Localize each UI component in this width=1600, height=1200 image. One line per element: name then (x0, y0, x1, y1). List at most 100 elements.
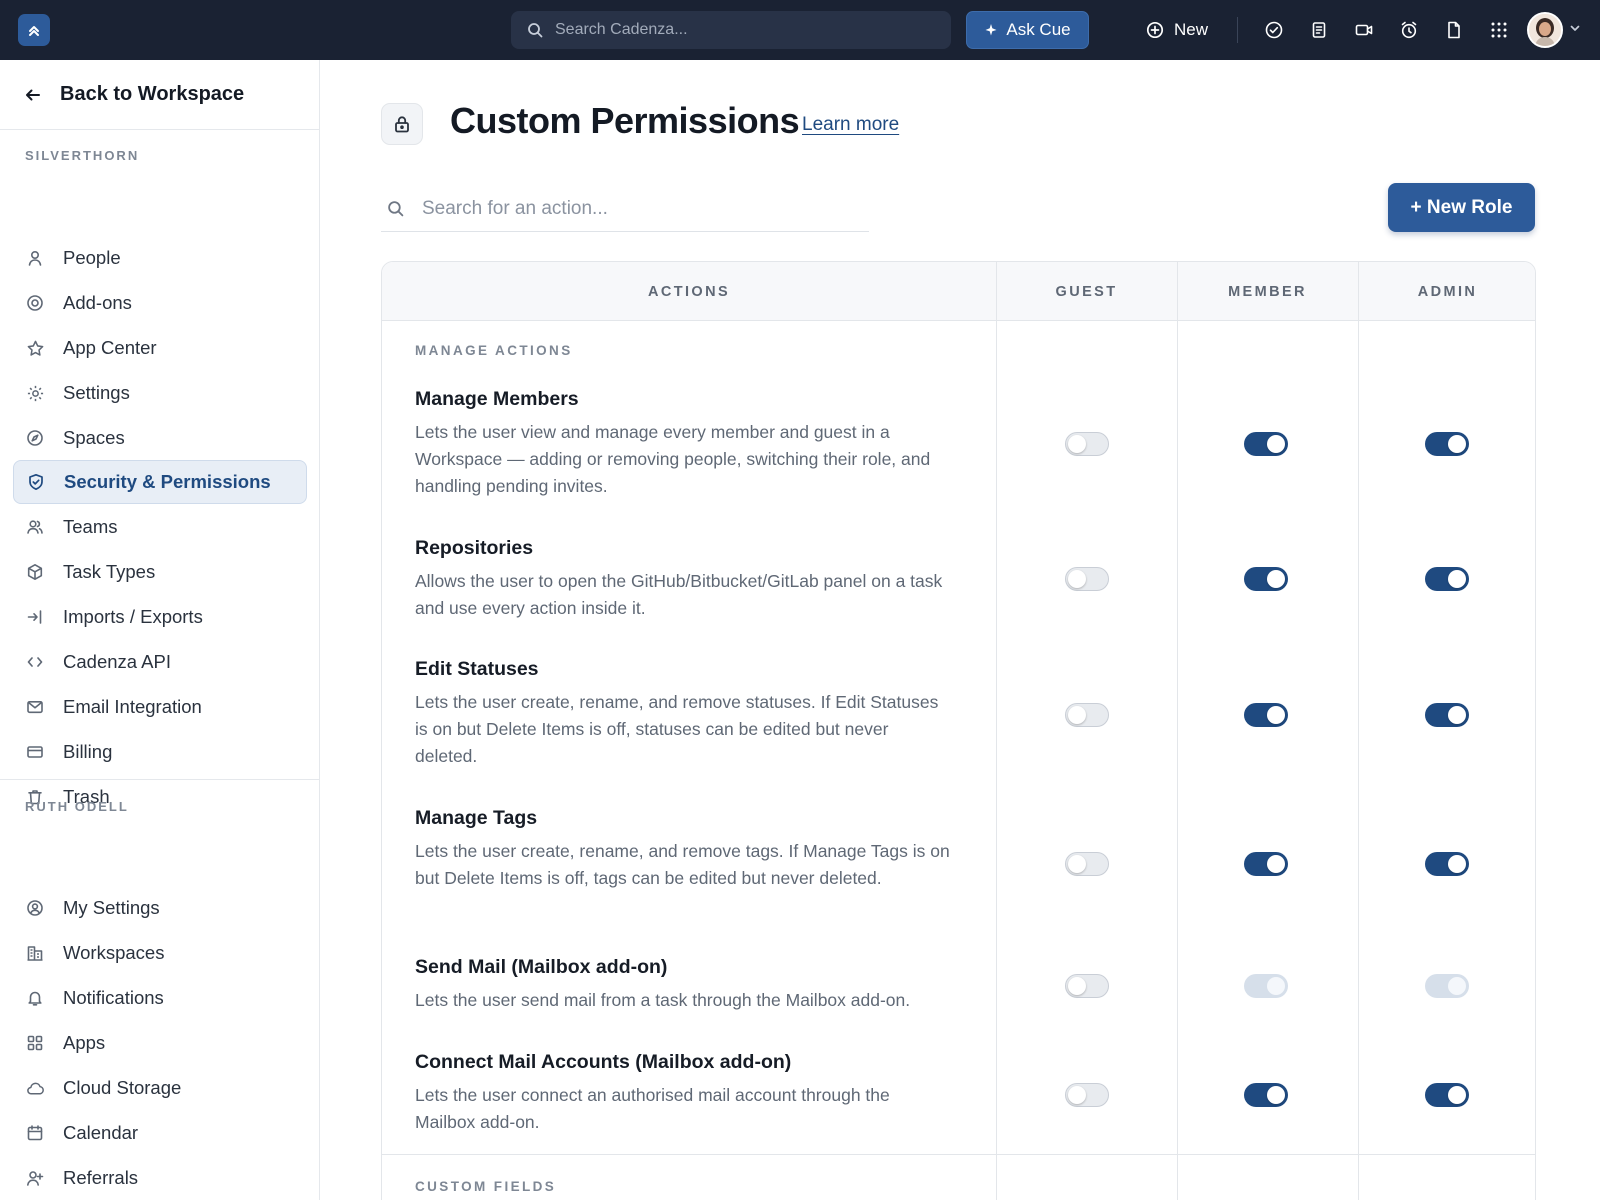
column-header-member: MEMBER (1228, 283, 1307, 300)
video-icon[interactable] (1352, 18, 1376, 42)
sidebar-item-label: Cadenza API (63, 651, 171, 672)
sidebar-item-label: Settings (63, 382, 130, 403)
toggle-knob (1068, 435, 1086, 453)
global-search[interactable] (511, 11, 951, 49)
toggle-edit-statuses-admin[interactable] (1425, 703, 1469, 727)
clipboard-icon[interactable] (1307, 18, 1331, 42)
sidebar-item-teams[interactable]: Teams (13, 505, 307, 549)
learn-more-link[interactable]: Learn more (802, 114, 899, 136)
sidebar-item-app-center[interactable]: App Center (13, 326, 307, 370)
sidebar-item-add-ons[interactable]: Add-ons (13, 281, 307, 325)
toggle-manage-members-admin[interactable] (1425, 432, 1469, 456)
chevron-down-icon[interactable] (1569, 22, 1581, 34)
toggle-send-mail-guest[interactable] (1065, 974, 1109, 998)
lock-icon (395, 116, 409, 133)
sidebar-item-notifications[interactable]: Notifications (13, 976, 307, 1020)
sidebar-item-apps[interactable]: Apps (13, 1021, 307, 1065)
toggle-knob (1448, 435, 1466, 453)
toggle-connect-mail-accounts-admin[interactable] (1425, 1083, 1469, 1107)
sidebar-item-people[interactable]: People (13, 236, 307, 280)
column-divider (1177, 262, 1178, 1200)
permissions-table: ACTIONS GUEST MEMBER ADMIN MANAGE ACTION… (381, 261, 1536, 1200)
row-title-manage-tags: Manage Tags (415, 807, 538, 829)
sidebar-item-imports-exports[interactable]: Imports / Exports (13, 595, 307, 639)
sidebar-item-task-types[interactable]: Task Types (13, 550, 307, 594)
new-role-button[interactable]: + New Role (1388, 183, 1535, 232)
top-bar-divider (1237, 17, 1238, 43)
sidebar-item-label: Calendar (63, 1122, 139, 1143)
document-icon[interactable] (1442, 18, 1466, 42)
user-plus-icon (25, 1168, 45, 1188)
toggle-knob (1448, 1086, 1466, 1104)
import-icon (25, 607, 45, 627)
toggle-manage-tags-admin[interactable] (1425, 852, 1469, 876)
toggle-edit-statuses-member[interactable] (1244, 703, 1288, 727)
toggle-knob (1448, 855, 1466, 873)
toggle-connect-mail-accounts-member[interactable] (1244, 1083, 1288, 1107)
arrow-left-icon (26, 89, 40, 100)
user-circle-icon (25, 898, 45, 918)
sidebar-item-billing[interactable]: Billing (13, 730, 307, 774)
sidebar-item-label: Imports / Exports (63, 606, 203, 627)
sidebar-item-settings[interactable]: Settings (13, 371, 307, 415)
toggle-repositories-member[interactable] (1244, 567, 1288, 591)
sidebar-item-cadenza-api[interactable]: Cadenza API (13, 640, 307, 684)
search-icon (528, 23, 543, 38)
mail-icon (25, 697, 45, 717)
sidebar-item-label: App Center (63, 337, 157, 358)
column-divider (1358, 262, 1359, 1200)
sidebar-item-workspaces[interactable]: Workspaces (13, 931, 307, 975)
toggle-knob (1267, 855, 1285, 873)
ask-cue-label: Ask Cue (1006, 20, 1071, 39)
toggle-manage-tags-guest[interactable] (1065, 852, 1109, 876)
column-header-guest: GUEST (1055, 283, 1118, 300)
users-icon (25, 517, 45, 537)
workspace-section-label: SILVERTHORN (25, 148, 140, 163)
building-icon (25, 943, 45, 963)
sidebar-item-security-permissions[interactable]: Security & Permissions (13, 460, 307, 504)
sidebar-item-spaces[interactable]: Spaces (13, 416, 307, 460)
page-title: Custom Permissions (450, 100, 800, 141)
toggle-knob (1448, 570, 1466, 588)
toggle-send-mail-admin[interactable] (1425, 974, 1469, 998)
sidebar-item-label: People (63, 247, 121, 268)
action-search-input[interactable] (422, 197, 862, 220)
action-search[interactable] (381, 186, 869, 232)
toggle-repositories-admin[interactable] (1425, 567, 1469, 591)
sidebar-item-cloud-storage[interactable]: Cloud Storage (13, 1066, 307, 1110)
new-button[interactable]: New (1146, 11, 1208, 49)
sidebar-item-label: Spaces (63, 427, 125, 448)
ask-cue-button[interactable]: Ask Cue (966, 11, 1089, 49)
toggle-knob (1267, 570, 1285, 588)
star-icon (25, 338, 45, 358)
toggle-manage-members-member[interactable] (1244, 432, 1288, 456)
user-avatar[interactable] (1527, 12, 1563, 48)
toggle-send-mail-member[interactable] (1244, 974, 1288, 998)
toggle-knob (1267, 706, 1285, 724)
search-icon (388, 201, 404, 217)
toggle-knob (1267, 977, 1285, 995)
check-circle-icon[interactable] (1262, 18, 1286, 42)
toggle-edit-statuses-guest[interactable] (1065, 703, 1109, 727)
alarm-clock-icon[interactable] (1397, 18, 1421, 42)
sidebar-item-referrals[interactable]: Referrals (13, 1156, 307, 1200)
toggle-repositories-guest[interactable] (1065, 567, 1109, 591)
sidebar-item-calendar[interactable]: Calendar (13, 1111, 307, 1155)
sidebar-item-email-integration[interactable]: Email Integration (13, 685, 307, 729)
table-header: ACTIONS GUEST MEMBER ADMIN (382, 262, 1535, 321)
apps-grid-icon[interactable] (1487, 18, 1511, 42)
credit-card-icon (25, 742, 45, 762)
toggle-knob (1068, 706, 1086, 724)
back-to-workspace-link[interactable]: Back to Workspace (0, 60, 320, 130)
global-search-input[interactable] (555, 21, 935, 39)
sidebar-item-label: Billing (63, 741, 113, 762)
sidebar-item-my-settings[interactable]: My Settings (13, 886, 307, 930)
row-desc-manage-members: Lets the user view and manage every memb… (415, 422, 931, 496)
toggle-manage-members-guest[interactable] (1065, 432, 1109, 456)
back-to-workspace-label: Back to Workspace (60, 83, 245, 105)
column-header-admin: ADMIN (1417, 283, 1478, 300)
toggle-connect-mail-accounts-guest[interactable] (1065, 1083, 1109, 1107)
calendar-icon (25, 1123, 45, 1143)
app-logo[interactable] (18, 14, 50, 46)
toggle-manage-tags-member[interactable] (1244, 852, 1288, 876)
